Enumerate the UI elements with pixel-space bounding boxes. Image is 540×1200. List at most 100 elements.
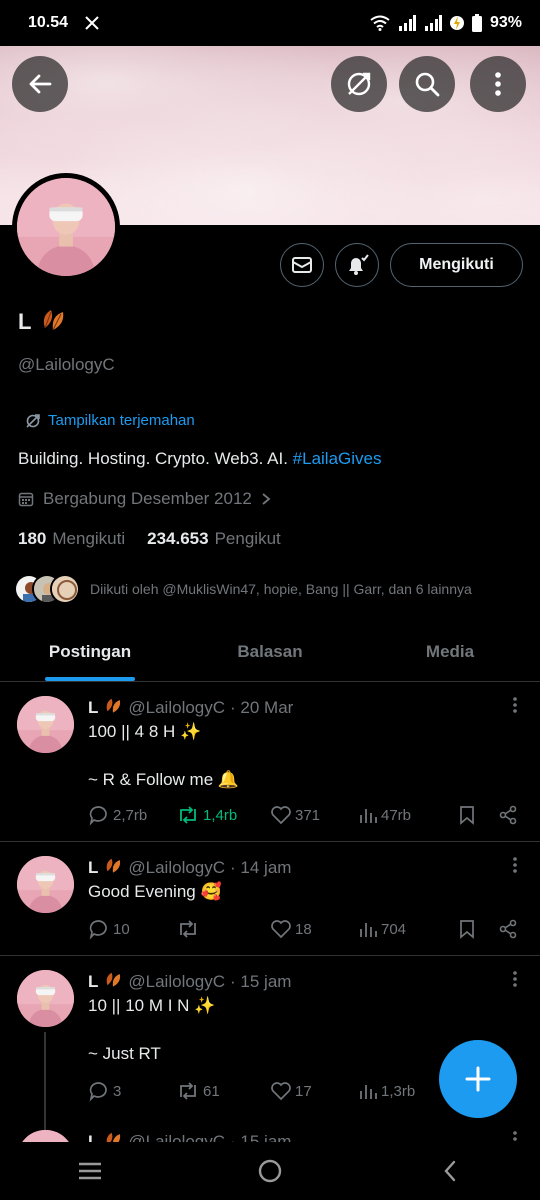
like-button[interactable]: 371: [270, 805, 358, 825]
autumn-leaves-icon: [39, 306, 67, 338]
more-options-button[interactable]: [470, 56, 526, 112]
like-button[interactable]: 17: [270, 1081, 358, 1101]
compose-button[interactable]: [439, 1040, 517, 1118]
post-avatar[interactable]: [17, 856, 74, 913]
repost-count: 1,4rb: [203, 806, 238, 824]
like-count: 17: [295, 1082, 312, 1100]
charging-icon: [449, 14, 464, 32]
translate-toggle-button[interactable]: [331, 56, 387, 112]
post-item[interactable]: L @LailologyC · 15 jam: [0, 1126, 540, 1142]
back-button[interactable]: [12, 56, 68, 112]
bookmark-button[interactable]: [458, 805, 498, 825]
wifi-icon: [370, 15, 390, 31]
profile-tabs: Postingan Balasan Media: [0, 622, 540, 682]
tab-media[interactable]: Media: [360, 622, 540, 681]
tab-replies[interactable]: Balasan: [180, 622, 360, 681]
share-icon: [499, 805, 517, 825]
profile-handle: @LailologyC: [18, 355, 115, 374]
recent-apps-button[interactable]: [60, 1146, 120, 1196]
repost-icon: [180, 1082, 196, 1100]
profile-avatar[interactable]: [12, 173, 120, 281]
message-button[interactable]: [280, 243, 324, 287]
translate-link[interactable]: Tampilkan terjemahan: [25, 412, 195, 429]
post-more-button[interactable]: [512, 856, 518, 879]
like-button[interactable]: 18: [270, 919, 358, 939]
view-count: 704: [381, 920, 407, 938]
following-button[interactable]: Mengikuti: [390, 243, 523, 287]
post-item[interactable]: L @LailologyC · 20 Mar 100 || 4 8 H ✨ ~ …: [0, 682, 540, 842]
battery-level: 93%: [489, 14, 522, 31]
bookmark-icon: [460, 806, 474, 825]
post-header: L @LailologyC · 14 jam: [88, 856, 291, 879]
post-author-name: L: [88, 971, 99, 991]
post-author-name: L: [88, 857, 99, 877]
profile-name-text: L: [18, 309, 32, 334]
post-author-name: L: [88, 697, 99, 717]
tab-posts[interactable]: Postingan: [0, 622, 180, 681]
notifications-button[interactable]: [335, 243, 379, 287]
status-bar: 10.54 93%: [0, 0, 540, 46]
heart-icon: [271, 920, 291, 939]
autumn-leaves-icon: [103, 1130, 123, 1142]
home-button[interactable]: [240, 1146, 300, 1196]
joined-date[interactable]: Bergabung Desember 2012: [18, 489, 271, 509]
repost-button[interactable]: 1,4rb: [176, 805, 270, 825]
post-more-button[interactable]: [512, 696, 518, 719]
repost-button[interactable]: [176, 919, 270, 939]
reply-count: 2,7rb: [113, 806, 148, 824]
following-label: Mengikuti: [52, 529, 126, 548]
post-avatar[interactable]: [17, 1130, 74, 1142]
post-text: 100 || 4 8 H ✨ ~ R & Follow me 🔔: [88, 722, 240, 789]
autumn-leaves-icon: [103, 856, 123, 879]
system-nav-bar: [0, 1142, 540, 1200]
share-icon: [499, 919, 517, 939]
reply-button[interactable]: 3: [88, 1080, 176, 1102]
post-more-button[interactable]: [512, 970, 518, 993]
heart-icon: [271, 806, 291, 825]
views-icon: [360, 809, 377, 823]
following-count: 180: [18, 529, 47, 548]
repost-button[interactable]: 61: [176, 1081, 270, 1101]
post-avatar[interactable]: [17, 696, 74, 753]
heart-icon: [271, 1082, 291, 1101]
views-button[interactable]: 47rb: [358, 805, 458, 825]
joined-label: Bergabung Desember 2012: [43, 489, 252, 508]
followers-count: 234.653: [147, 529, 209, 548]
post-actions: 2,7rb 1,4rb 371 47rb: [88, 804, 518, 826]
post-more-button[interactable]: [512, 1130, 518, 1142]
followed-by-link[interactable]: Diikuti oleh @MuklisWin47, hopie, Bang |…: [14, 574, 472, 604]
followers-link[interactable]: 234.653 Pengikut: [147, 529, 281, 549]
post-avatar[interactable]: [17, 970, 74, 1027]
share-button[interactable]: [498, 805, 518, 825]
status-time: 10.54: [28, 14, 69, 31]
post-header: L @LailologyC · 20 Mar: [88, 696, 293, 719]
plus-icon: [465, 1066, 491, 1092]
calendar-icon: [18, 492, 34, 507]
repost-icon: [180, 920, 196, 938]
home-circle-icon: [258, 1159, 282, 1183]
more-vertical-icon: [495, 72, 501, 96]
bio-hashtag-link[interactable]: #LailaGives: [293, 449, 382, 468]
autumn-leaves-icon: [103, 970, 123, 993]
tab-replies-label: Balasan: [237, 641, 303, 661]
mail-icon: [292, 257, 312, 273]
reply-button[interactable]: 10: [88, 918, 176, 940]
following-link[interactable]: 180 Mengikuti: [18, 529, 125, 549]
follower-avatar: [50, 574, 80, 604]
translate-label: Tampilkan terjemahan: [48, 412, 195, 429]
system-back-button[interactable]: [420, 1146, 480, 1196]
views-button[interactable]: 704: [358, 919, 458, 939]
share-button[interactable]: [498, 919, 518, 939]
profile-name: L: [18, 306, 67, 338]
post-author-handle: @LailologyC: [128, 971, 226, 991]
post-header: L @LailologyC · 15 jam: [88, 970, 291, 993]
post-author-handle: @LailologyC: [128, 697, 226, 717]
post-item[interactable]: L @LailologyC · 14 jam Good Evening 🥰 10…: [0, 842, 540, 956]
view-count: 47rb: [381, 806, 412, 824]
search-button[interactable]: [399, 56, 455, 112]
reply-button[interactable]: 2,7rb: [88, 804, 176, 826]
signal-icon: [398, 15, 416, 31]
repost-count: 61: [203, 1082, 220, 1100]
bookmark-button[interactable]: [458, 919, 498, 939]
reply-count: 10: [113, 920, 130, 938]
